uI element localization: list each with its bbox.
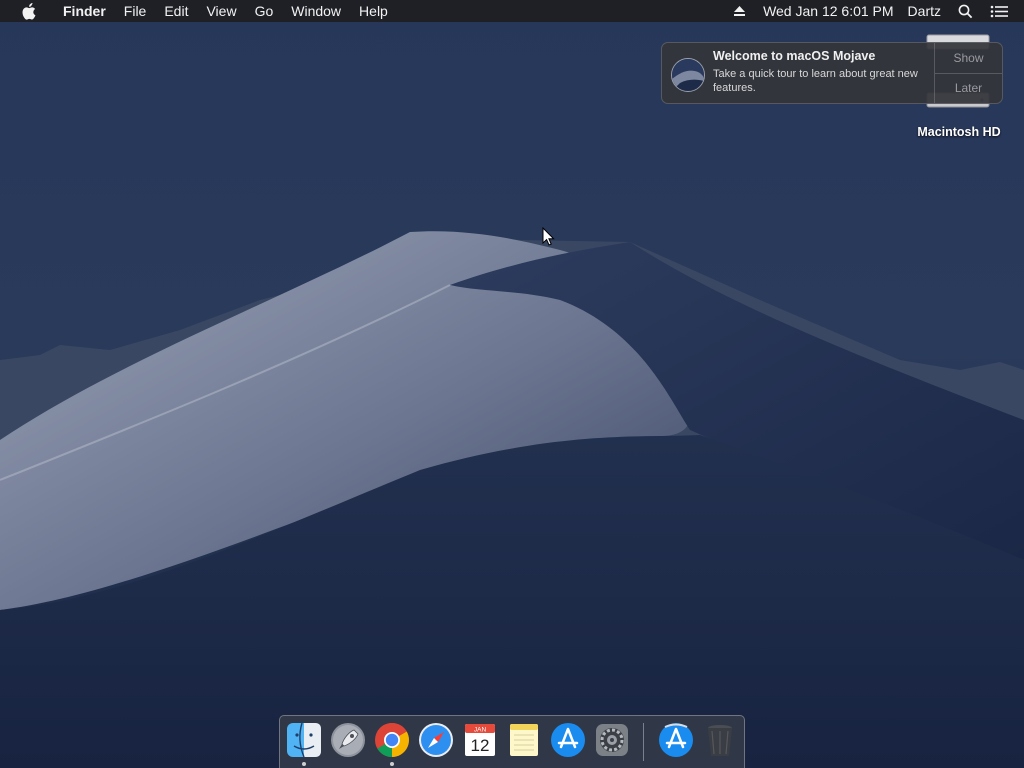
dock-separator bbox=[643, 723, 644, 761]
notification-show-button[interactable]: Show bbox=[935, 43, 1002, 73]
calendar-month: JAN bbox=[474, 727, 487, 734]
drive-label: Macintosh HD bbox=[917, 125, 1001, 139]
running-indicator bbox=[390, 762, 394, 766]
calendar-icon: JAN 12 bbox=[465, 724, 495, 756]
menu-window[interactable]: Window bbox=[282, 0, 350, 22]
calendar-day: 12 bbox=[471, 736, 490, 755]
finder-icon bbox=[287, 722, 321, 758]
dock-safari[interactable] bbox=[417, 721, 455, 759]
app-store-icon bbox=[551, 723, 585, 757]
dock-trash[interactable] bbox=[701, 721, 739, 759]
menu-go[interactable]: Go bbox=[246, 0, 283, 22]
notification-later-button[interactable]: Later bbox=[935, 72, 1002, 104]
notes-icon bbox=[510, 724, 538, 756]
downloads-app-store-icon bbox=[659, 723, 693, 757]
dock-chrome[interactable] bbox=[373, 721, 411, 759]
eject-icon[interactable] bbox=[728, 0, 750, 22]
dock-calendar[interactable]: JAN 12 bbox=[461, 721, 499, 759]
dock: JAN 12 bbox=[279, 715, 745, 768]
menu-clock[interactable]: Wed Jan 12 6:01 PM bbox=[756, 0, 900, 22]
menu-help[interactable]: Help bbox=[350, 0, 397, 22]
menu-view[interactable]: View bbox=[197, 0, 245, 22]
running-indicator bbox=[302, 762, 306, 766]
system-preferences-icon bbox=[596, 724, 628, 756]
menu-edit[interactable]: Edit bbox=[155, 0, 197, 22]
mouse-pointer-icon bbox=[542, 227, 555, 246]
menu-file[interactable]: File bbox=[115, 0, 156, 22]
menu-bar: Finder File Edit View Go Window Help Wed… bbox=[0, 0, 1024, 22]
spotlight-search-icon[interactable] bbox=[954, 0, 976, 22]
welcome-notification[interactable]: Welcome to macOS Mojave Take a quick tou… bbox=[661, 42, 1003, 104]
dock-launchpad[interactable] bbox=[329, 721, 367, 759]
menu-app-name[interactable]: Finder bbox=[54, 0, 115, 22]
mojave-logo-icon bbox=[671, 58, 705, 92]
apple-menu-icon[interactable] bbox=[18, 0, 38, 22]
notification-center-icon[interactable] bbox=[988, 0, 1010, 22]
dock-finder[interactable] bbox=[285, 721, 323, 759]
desktop-wallpaper bbox=[0, 0, 1024, 768]
notification-body: Take a quick tour to learn about great n… bbox=[713, 68, 918, 94]
dock-downloads-stack[interactable] bbox=[657, 721, 695, 759]
dock-system-preferences[interactable] bbox=[593, 721, 631, 759]
notification-title: Welcome to macOS Mojave bbox=[713, 49, 876, 63]
menu-user[interactable]: Dartz bbox=[901, 0, 948, 22]
safari-icon bbox=[419, 723, 453, 757]
trash-icon bbox=[708, 725, 732, 756]
dock-app-store[interactable] bbox=[549, 721, 587, 759]
dock-notes[interactable] bbox=[505, 721, 543, 759]
chrome-icon bbox=[375, 723, 409, 757]
launchpad-icon bbox=[331, 723, 365, 757]
